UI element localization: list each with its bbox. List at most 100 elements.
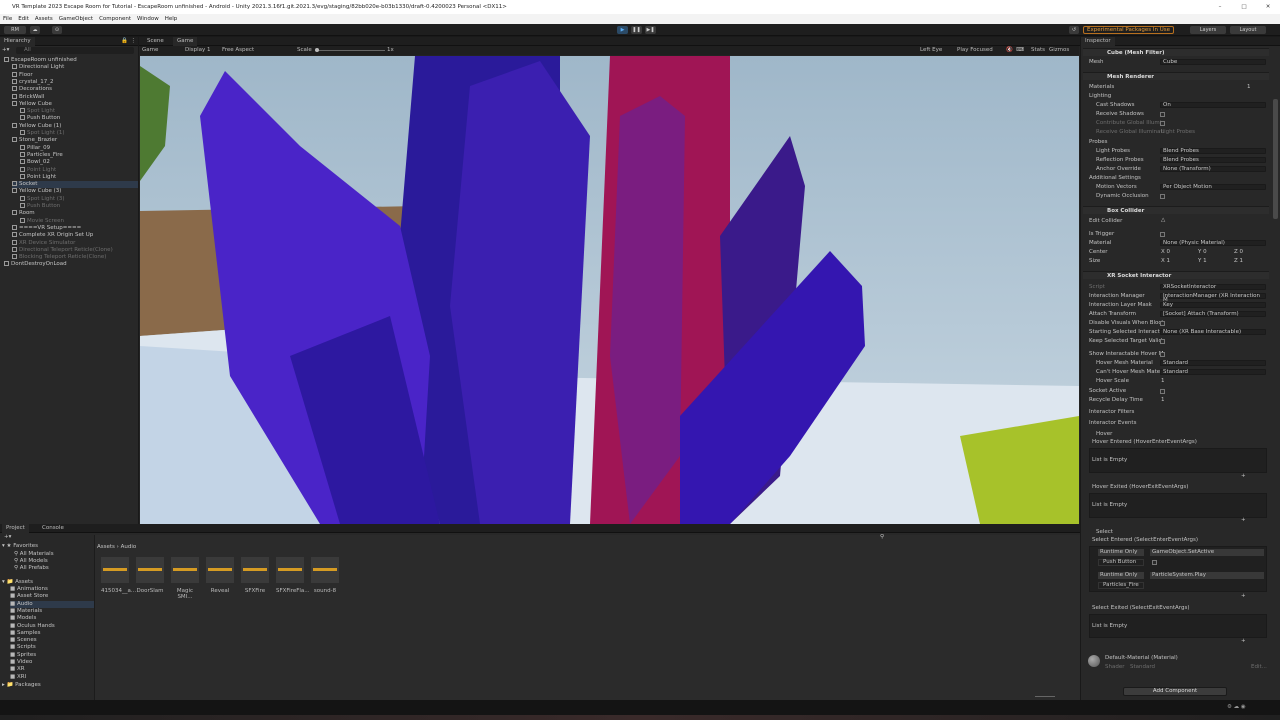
tab-scene[interactable]: Scene xyxy=(143,37,168,46)
status-icon[interactable]: ⚙ ☁ ◉ xyxy=(1227,704,1246,710)
scale-slider-handle[interactable] xyxy=(315,48,319,52)
mute-audio-icon[interactable]: 🔇 xyxy=(1006,46,1013,55)
hierarchy-item[interactable]: ====VR Setup==== xyxy=(12,224,138,232)
folder-item[interactable]: ■ Audio xyxy=(10,600,94,608)
add-object-icon[interactable]: +▾ xyxy=(2,47,9,53)
menu-help[interactable]: Help xyxy=(162,14,181,24)
close-icon[interactable]: ✕ xyxy=(1256,0,1280,14)
audio-asset[interactable]: Reveal xyxy=(206,557,234,594)
hierarchy-search-input[interactable]: All xyxy=(16,47,134,54)
fav-all-prefabs[interactable]: ⚲ All Prefabs xyxy=(14,565,49,572)
disable-visuals-checkbox[interactable] xyxy=(1160,321,1165,326)
game-view-render[interactable] xyxy=(140,56,1079,524)
hover-exited-add-icon[interactable]: + xyxy=(1241,517,1246,523)
audio-asset[interactable]: 415034__a... xyxy=(101,557,136,594)
account-button[interactable]: RM xyxy=(4,26,26,34)
runtime-only-dropdown-2[interactable]: Runtime Only xyxy=(1098,572,1144,579)
tab-inspector[interactable]: Inspector xyxy=(1081,37,1115,46)
hierarchy-item[interactable]: Stone_Brazier xyxy=(12,137,138,144)
interactor-events-foldout[interactable]: Interactor Events xyxy=(1089,420,1136,426)
folder-item[interactable]: ■ Animations xyxy=(10,586,94,593)
cloud-icon[interactable]: ☁ xyxy=(30,26,40,34)
hierarchy-item[interactable]: crystal_17_2 xyxy=(12,78,138,86)
size-z-field[interactable]: Z 1 xyxy=(1234,258,1243,264)
lighting-foldout[interactable]: Lighting xyxy=(1089,93,1111,99)
additional-settings-foldout[interactable]: Additional Settings xyxy=(1089,175,1141,181)
motion-vectors-dropdown[interactable]: Per Object Motion xyxy=(1160,184,1266,190)
assets-foldout[interactable]: ▾ 📁 Assets xyxy=(2,579,33,586)
hierarchy-item[interactable]: XR Device Simulator xyxy=(12,239,138,247)
function-dropdown-1[interactable]: GameObject.SetActive xyxy=(1150,549,1264,556)
play-button[interactable]: ▶ xyxy=(617,26,628,34)
receive-shadows-checkbox[interactable] xyxy=(1160,112,1165,117)
hierarchy-item[interactable]: DontDestroyOnLoad xyxy=(4,261,138,268)
materials-foldout[interactable]: Materials xyxy=(1089,84,1114,90)
add-component-button[interactable]: Add Component xyxy=(1123,687,1227,696)
hierarchy-item[interactable]: BrickWall xyxy=(12,93,138,101)
layout-dropdown[interactable]: Layout xyxy=(1230,26,1266,34)
hierarchy-item[interactable]: Directional Light xyxy=(12,64,138,71)
hierarchy-item[interactable]: Socket xyxy=(12,181,138,189)
packages-foldout[interactable]: ▸ 📁 Packages xyxy=(2,682,41,689)
is-trigger-checkbox[interactable] xyxy=(1160,232,1165,237)
mesh-renderer-header[interactable]: Mesh Renderer xyxy=(1083,72,1269,80)
hover-mesh-field[interactable]: Standard xyxy=(1160,360,1266,366)
hierarchy-item[interactable]: Push Button xyxy=(20,203,138,210)
edit-collider-icon[interactable]: △ xyxy=(1161,217,1165,223)
center-z-field[interactable]: Z 0 xyxy=(1234,249,1243,255)
stats-button[interactable]: Stats xyxy=(1031,46,1045,55)
experimental-packages-badge[interactable]: Experimental Packages In Use xyxy=(1083,26,1174,34)
tab-project[interactable]: Project xyxy=(2,524,29,533)
collab-icon[interactable]: ⊙ xyxy=(52,26,62,34)
menu-window[interactable]: Window xyxy=(134,14,162,24)
menu-file[interactable]: File xyxy=(0,14,15,24)
menu-assets[interactable]: Assets xyxy=(32,14,56,24)
starting-selected-field[interactable]: None (XR Base Interactable) xyxy=(1160,329,1266,335)
play-focused-dropdown[interactable]: Play Focused xyxy=(957,46,993,55)
history-icon[interactable]: ↺ xyxy=(1069,26,1079,34)
target-object-field-2[interactable]: Particles_Fire xyxy=(1098,582,1144,589)
xr-socket-header[interactable]: XR Socket Interactor xyxy=(1083,271,1269,279)
hierarchy-item[interactable]: Room xyxy=(12,210,138,217)
create-asset-icon[interactable]: +▾ xyxy=(4,534,11,540)
folder-item[interactable]: ■ Models xyxy=(10,615,94,622)
interaction-manager-field[interactable]: InteractionManager (XR Interaction M xyxy=(1160,293,1266,303)
anchor-override-field[interactable]: None (Transform) xyxy=(1160,166,1266,172)
layers-dropdown[interactable]: Layers xyxy=(1190,26,1226,34)
pause-button[interactable]: ❚❚ xyxy=(631,26,642,34)
folder-item[interactable]: ■ Scenes xyxy=(10,637,94,644)
folder-item[interactable]: ■ Oculus Hands xyxy=(10,623,94,630)
maximize-icon[interactable]: □ xyxy=(1232,0,1256,14)
hover-entered-add-icon[interactable]: + xyxy=(1241,473,1246,479)
audio-asset[interactable]: SFXFire xyxy=(241,557,269,594)
menu-edit[interactable]: Edit xyxy=(15,14,32,24)
shader-value[interactable]: Standard xyxy=(1130,664,1155,670)
tab-console[interactable]: Console xyxy=(38,524,68,533)
hierarchy-item[interactable]: Spot Light xyxy=(20,108,138,115)
step-button[interactable]: ▶❚ xyxy=(645,26,656,34)
hierarchy-item[interactable]: Point Light xyxy=(20,166,138,174)
game-mode-dropdown[interactable]: Game xyxy=(142,46,158,55)
collider-material-field[interactable]: None (Physic Material) xyxy=(1160,240,1266,246)
shortcut-icon[interactable]: ⌨ xyxy=(1016,46,1024,55)
shader-edit-button[interactable]: Edit... xyxy=(1251,664,1267,670)
probes-foldout[interactable]: Probes xyxy=(1089,139,1107,145)
hover-scale-value[interactable]: 1 xyxy=(1161,378,1165,384)
size-x-field[interactable]: X 1 xyxy=(1161,258,1170,264)
box-collider-header[interactable]: Box Collider xyxy=(1083,206,1269,214)
menu-gameobject[interactable]: GameObject xyxy=(56,14,96,24)
show-hover-checkbox[interactable] xyxy=(1160,352,1165,357)
function-dropdown-2[interactable]: ParticleSystem.Play xyxy=(1150,572,1264,579)
contribute-gi-checkbox[interactable] xyxy=(1160,121,1165,126)
mesh-filter-header[interactable]: Cube (Mesh Filter) xyxy=(1083,48,1269,56)
audio-asset[interactable]: SFXFireFla... xyxy=(276,557,310,594)
folder-item[interactable]: ■ Video xyxy=(10,659,94,666)
tab-hierarchy[interactable]: Hierarchy xyxy=(0,37,35,46)
cant-hover-field[interactable]: Standard xyxy=(1160,369,1266,375)
attach-transform-field[interactable]: [Socket] Attach (Transform) xyxy=(1160,311,1266,317)
minimize-icon[interactable]: – xyxy=(1208,0,1232,14)
menu-component[interactable]: Component xyxy=(96,14,134,24)
inspector-scrollbar[interactable] xyxy=(1273,99,1278,219)
folder-item[interactable]: ■ Samples xyxy=(10,630,94,637)
hierarchy-item[interactable]: Particles_Fire xyxy=(20,151,138,159)
